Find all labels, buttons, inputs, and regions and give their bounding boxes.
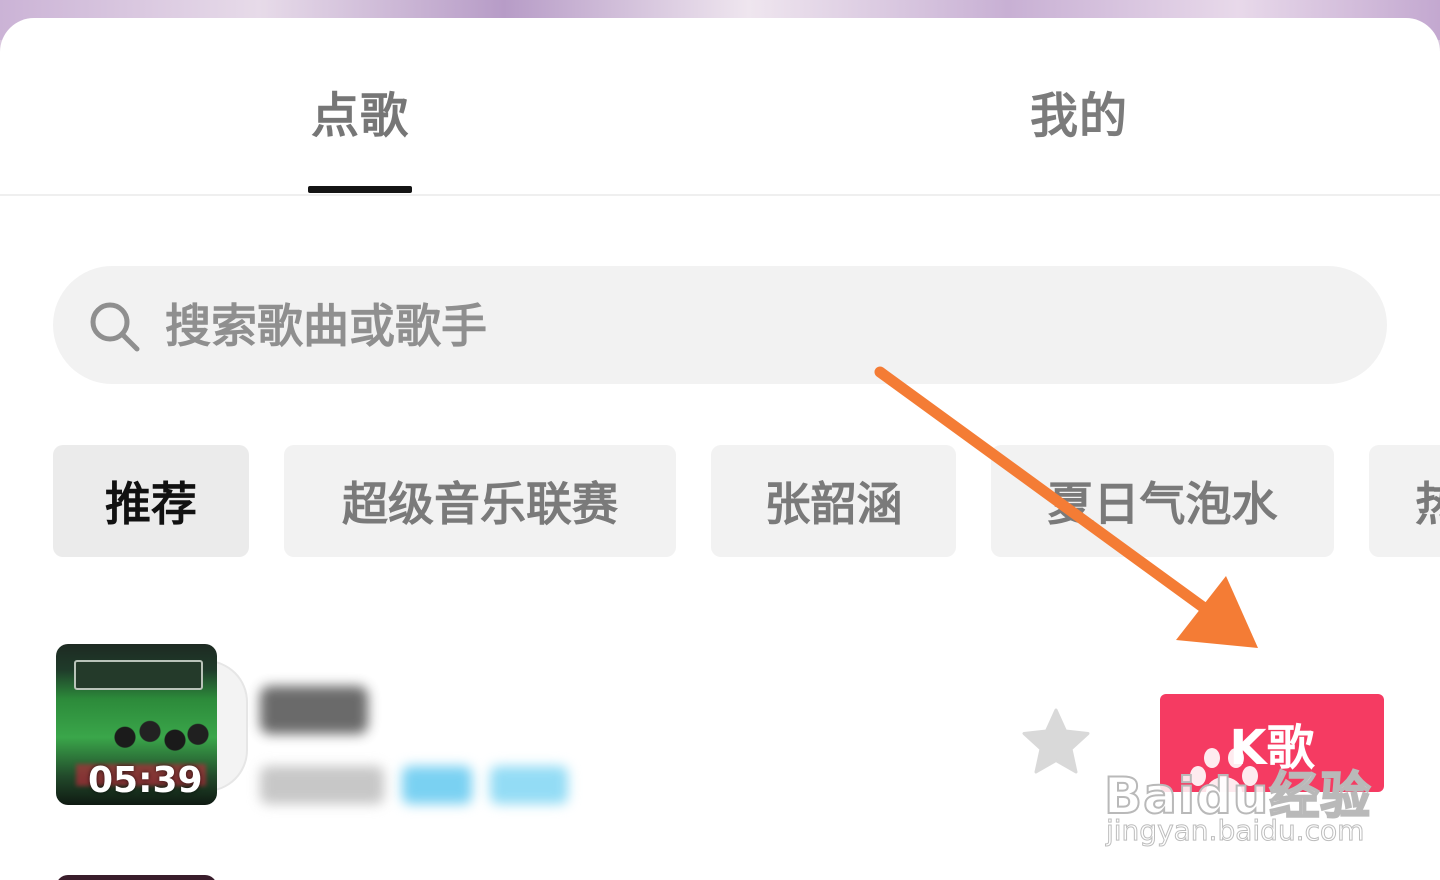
search-bar[interactable] (53, 266, 1387, 386)
chip-recommended[interactable]: 推荐 (53, 445, 249, 557)
next-song-cover (56, 875, 217, 880)
chip-hot[interactable]: 热 (1369, 445, 1440, 557)
song-tag-blurred (490, 766, 568, 804)
tab-mine[interactable]: 我的 (1030, 76, 1128, 146)
song-list-item[interactable]: K歌 (0, 644, 1440, 806)
search-input[interactable] (163, 266, 1347, 386)
karaoke-button[interactable]: K歌 (1160, 694, 1384, 792)
song-tag-blurred (402, 766, 472, 804)
category-chips: 推荐 超级音乐联赛 张韶涵 夏日气泡水 热 (0, 445, 1440, 557)
active-tab-indicator (308, 186, 412, 193)
chip-zhang-shaohan[interactable]: 张韶涵 (711, 445, 956, 557)
song-duration: 05:39 (88, 760, 203, 801)
song-title-blurred (260, 686, 368, 734)
song-picker-sheet: 点歌 我的 推荐 超级音乐联赛 张韶涵 夏日气泡水 热 K歌 (0, 18, 1440, 880)
cover-title-frame (74, 660, 203, 690)
tab-bar: 点歌 我的 (0, 18, 1440, 196)
tab-song-request[interactable]: 点歌 (311, 76, 409, 146)
chip-summer-soda[interactable]: 夏日气泡水 (991, 445, 1334, 557)
search-icon (90, 302, 140, 352)
star-icon[interactable] (1020, 706, 1092, 778)
song-artist-blurred (260, 766, 384, 804)
chip-super-music-league[interactable]: 超级音乐联赛 (284, 445, 676, 557)
